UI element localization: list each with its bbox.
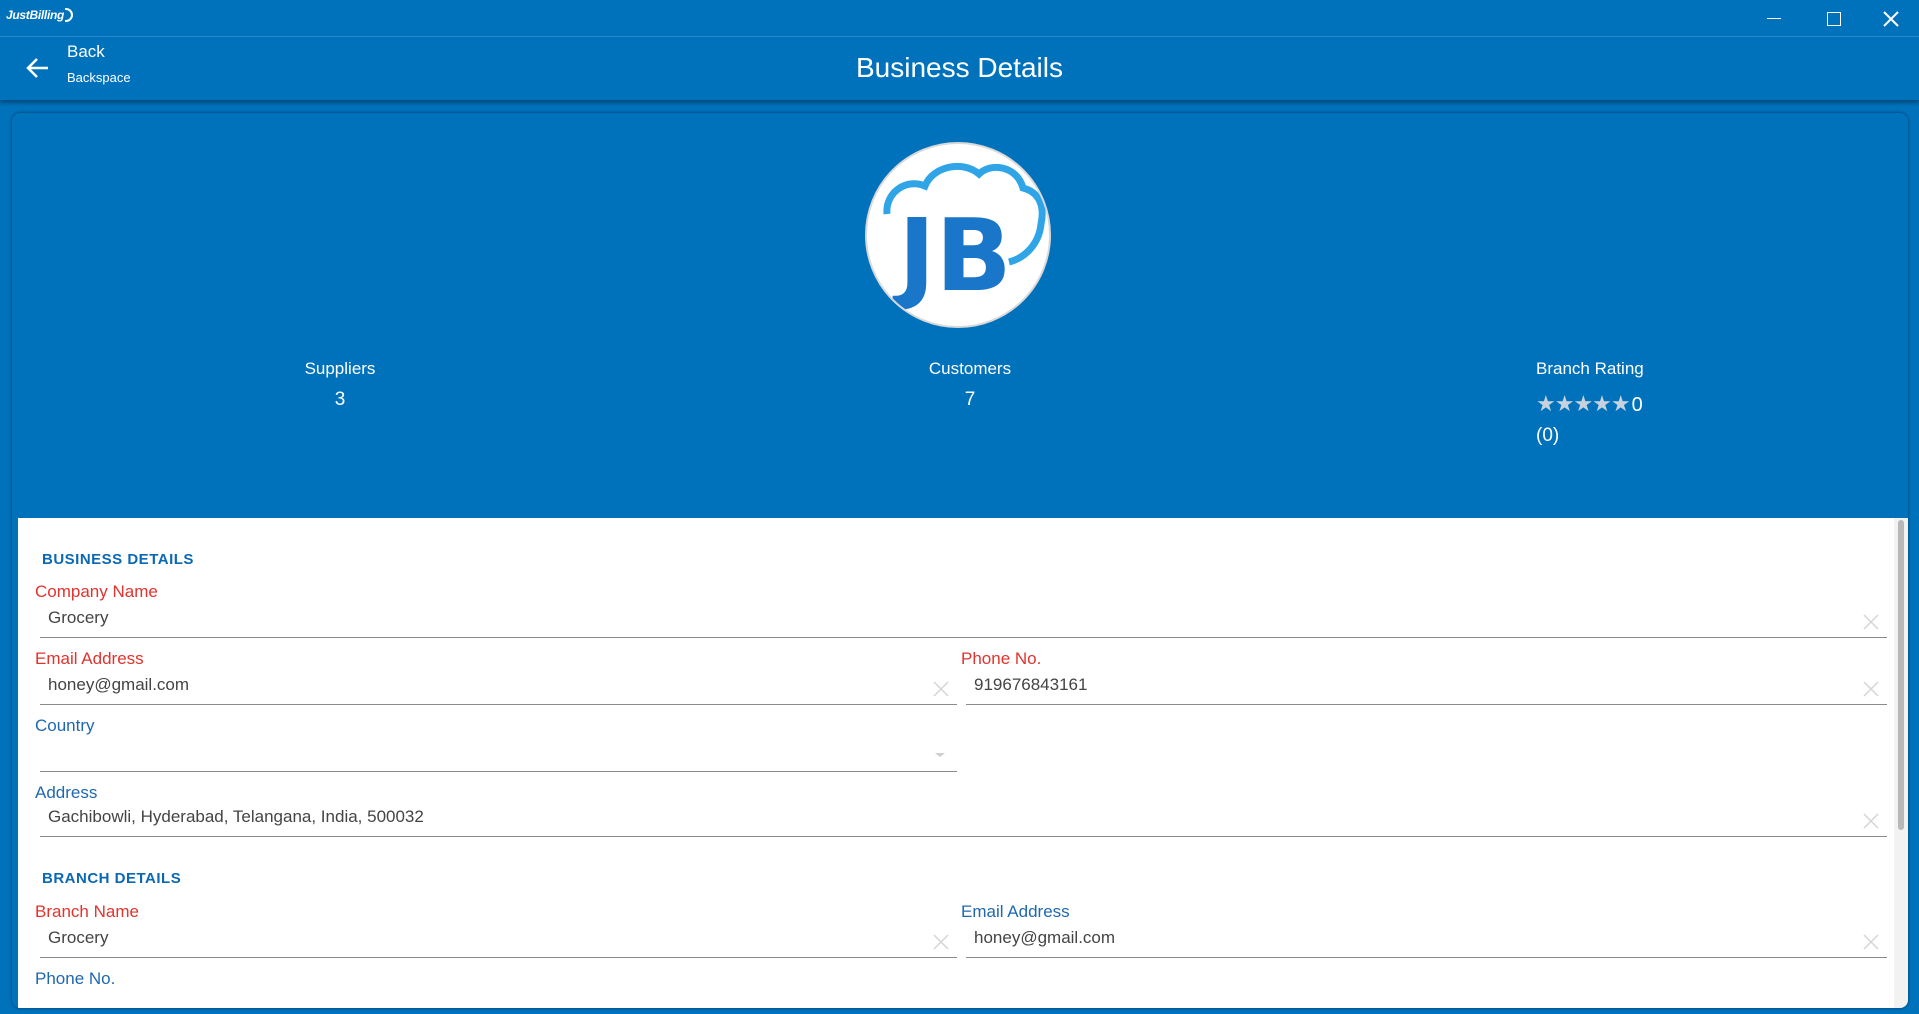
suppliers-count: 3 xyxy=(334,389,346,410)
company-name-input[interactable]: Grocery xyxy=(40,608,1887,638)
address-value: Gachibowli, Hyderabad, Telangana, India,… xyxy=(48,807,424,826)
address-input[interactable]: Gachibowli, Hyderabad, Telangana, India,… xyxy=(40,807,1887,837)
country-select[interactable] xyxy=(40,742,957,772)
scrollbar-thumb[interactable] xyxy=(1898,520,1904,830)
business-email-input[interactable]: honey@gmail.com xyxy=(40,675,957,705)
maximize-button[interactable] xyxy=(1806,0,1862,37)
clear-icon[interactable] xyxy=(1861,932,1881,952)
address-label: Address xyxy=(35,783,98,802)
business-email-field: Email Address honey@gmail.com xyxy=(35,649,957,705)
logo-text: JB xyxy=(892,197,1011,314)
clear-icon[interactable] xyxy=(1861,612,1881,632)
jb-logo-icon: JB xyxy=(883,162,1046,314)
rating-count: (0) xyxy=(1536,425,1560,446)
country-field: Country xyxy=(35,716,957,772)
page-header: Back Backspace Business Details xyxy=(0,38,1919,100)
branch-email-field: Email Address honey@gmail.com xyxy=(961,902,1887,958)
chevron-down-icon xyxy=(935,753,945,757)
branch-name-label: Branch Name xyxy=(35,902,139,921)
details-form: BUSINESS DETAILS Company Name Grocery Em… xyxy=(18,518,1894,1008)
customers-count: 7 xyxy=(964,389,976,410)
branch-phone-label: Phone No. xyxy=(35,969,116,988)
clear-icon[interactable] xyxy=(1861,811,1881,831)
logo-swoosh-icon xyxy=(65,8,74,22)
maximize-icon xyxy=(1827,11,1841,26)
branch-details-section-title: BRANCH DETAILS xyxy=(42,870,182,887)
minimize-button[interactable] xyxy=(1746,0,1802,37)
branch-email-label: Email Address xyxy=(961,902,1070,921)
rating-value: 0 xyxy=(1631,394,1643,416)
business-email-value: honey@gmail.com xyxy=(48,675,190,694)
business-phone-label: Phone No. xyxy=(961,649,1042,668)
close-window-button[interactable] xyxy=(1863,0,1919,37)
branch-rating-label: Branch Rating xyxy=(1536,359,1644,378)
suppliers-label: Suppliers xyxy=(304,359,376,378)
branch-rating-stat: Branch Rating ★★★★★ 0 (0) xyxy=(1536,359,1736,447)
company-name-value: Grocery xyxy=(48,608,109,627)
business-logo[interactable]: JB xyxy=(865,142,1051,328)
branch-name-input[interactable]: Grocery xyxy=(40,928,957,958)
customers-stat: Customers 7 xyxy=(900,359,1040,411)
suppliers-stat: Suppliers 3 xyxy=(270,359,410,411)
clear-icon[interactable] xyxy=(931,932,951,952)
clear-icon[interactable] xyxy=(1861,679,1881,699)
branch-phone-field: Phone No. xyxy=(35,969,957,989)
page-title: Business Details xyxy=(856,52,1063,83)
form-scrollbar[interactable] xyxy=(1894,518,1908,1008)
minimize-icon xyxy=(1767,18,1781,19)
app-logo: JustBilling xyxy=(6,8,74,22)
business-details-section-title: BUSINESS DETAILS xyxy=(42,551,194,568)
country-label: Country xyxy=(35,716,95,735)
branch-name-value: Grocery xyxy=(48,928,109,947)
window-title-bar: JustBilling xyxy=(0,0,1919,37)
close-icon xyxy=(1883,10,1899,27)
business-phone-field: Phone No. 919676843161 xyxy=(961,649,1887,705)
branch-email-input[interactable]: honey@gmail.com xyxy=(966,928,1887,958)
branch-name-field: Branch Name Grocery xyxy=(35,902,957,958)
business-card: JB Suppliers 3 Customers 7 Branch Rating… xyxy=(12,113,1908,1008)
business-email-label: Email Address xyxy=(35,649,144,668)
rating-stars: ★★★★★ 0 xyxy=(1536,391,1736,417)
star-icons: ★★★★★ xyxy=(1536,391,1631,416)
address-field: Address Gachibowli, Hyderabad, Telangana… xyxy=(35,783,1887,837)
customers-label: Customers xyxy=(928,359,1012,378)
app-name: JustBilling xyxy=(6,8,65,22)
clear-icon[interactable] xyxy=(931,679,951,699)
branch-email-value: honey@gmail.com xyxy=(974,928,1116,947)
company-name-label: Company Name xyxy=(35,582,158,601)
company-name-field: Company Name Grocery xyxy=(35,582,1887,638)
business-phone-input[interactable]: 919676843161 xyxy=(966,675,1887,705)
business-phone-value: 919676843161 xyxy=(974,675,1088,694)
